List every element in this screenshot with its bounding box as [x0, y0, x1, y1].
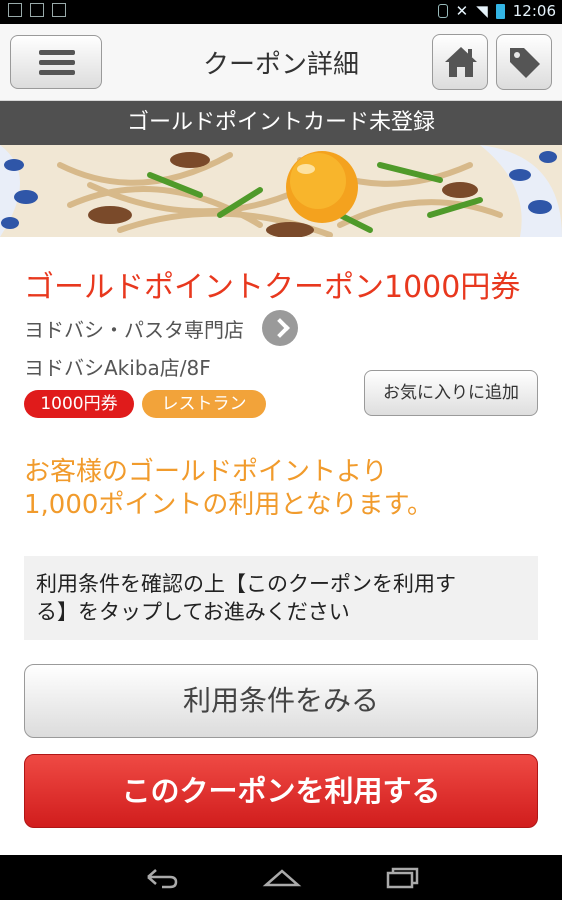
- back-icon[interactable]: [142, 863, 182, 893]
- store-location: ヨドバシAkiba店/8F: [24, 356, 211, 380]
- menu-button[interactable]: [10, 35, 102, 89]
- coupon-title: ゴールドポイントクーポン1000円券: [24, 270, 521, 305]
- price-badge: 1000円券: [24, 390, 134, 418]
- home-button[interactable]: [432, 34, 488, 90]
- clock: 12:06: [512, 2, 556, 20]
- store-name: ヨドバシ・パスタ専門店: [24, 317, 244, 342]
- add-to-favorites-button[interactable]: お気に入りに追加: [364, 370, 538, 416]
- coupon-tag-button[interactable]: [496, 34, 552, 90]
- usage-instruction: 利用条件を確認の上【このクーポンを利用す る】をタップしてお進みください: [24, 556, 538, 640]
- tag-icon: [510, 48, 540, 78]
- store-link[interactable]: ヨドバシ・パスタ専門店: [24, 310, 298, 346]
- gallery-icon: [52, 3, 66, 17]
- mute-icon: ✕: [455, 2, 469, 20]
- coupon-hero-image: [0, 145, 562, 237]
- recents-icon[interactable]: [382, 863, 422, 893]
- home-nav-icon[interactable]: [262, 863, 302, 893]
- menu-icon: [39, 50, 75, 75]
- points-notice: お客様のゴールドポイントより 1,000ポイントの利用となります。: [24, 456, 544, 522]
- view-terms-button[interactable]: 利用条件をみる: [24, 664, 538, 738]
- home-icon: [445, 47, 477, 77]
- instruction-line-2: る】をタップしてお進みください: [36, 600, 350, 624]
- status-indicators: ✕ ◥ 12:06: [437, 2, 556, 20]
- image-icon: [30, 3, 44, 17]
- gold-card-status-banner: ゴールドポイントカード未登録: [0, 101, 562, 145]
- instruction-line-1: 利用条件を確認の上【このクーポンを利用す: [36, 572, 456, 596]
- bluetooth-icon: [437, 4, 448, 18]
- page-title: クーポン詳細: [202, 50, 359, 80]
- wifi-icon: ◥: [476, 2, 488, 20]
- use-coupon-button[interactable]: このクーポンを利用する: [24, 754, 538, 828]
- points-line-2: 1,000ポイントの利用となります。: [24, 490, 434, 520]
- category-badge: レストラン: [142, 390, 266, 418]
- status-bar: ✕ ◥ 12:06: [0, 0, 562, 24]
- nav-bar: クーポン詳細: [0, 24, 562, 101]
- points-line-1: お客様のゴールドポイントより: [24, 457, 388, 487]
- system-navigation-bar: [0, 855, 562, 900]
- download-icon: [8, 3, 22, 17]
- chevron-right-icon[interactable]: [262, 310, 298, 346]
- notification-icons: [8, 3, 66, 17]
- battery-icon: [495, 3, 505, 19]
